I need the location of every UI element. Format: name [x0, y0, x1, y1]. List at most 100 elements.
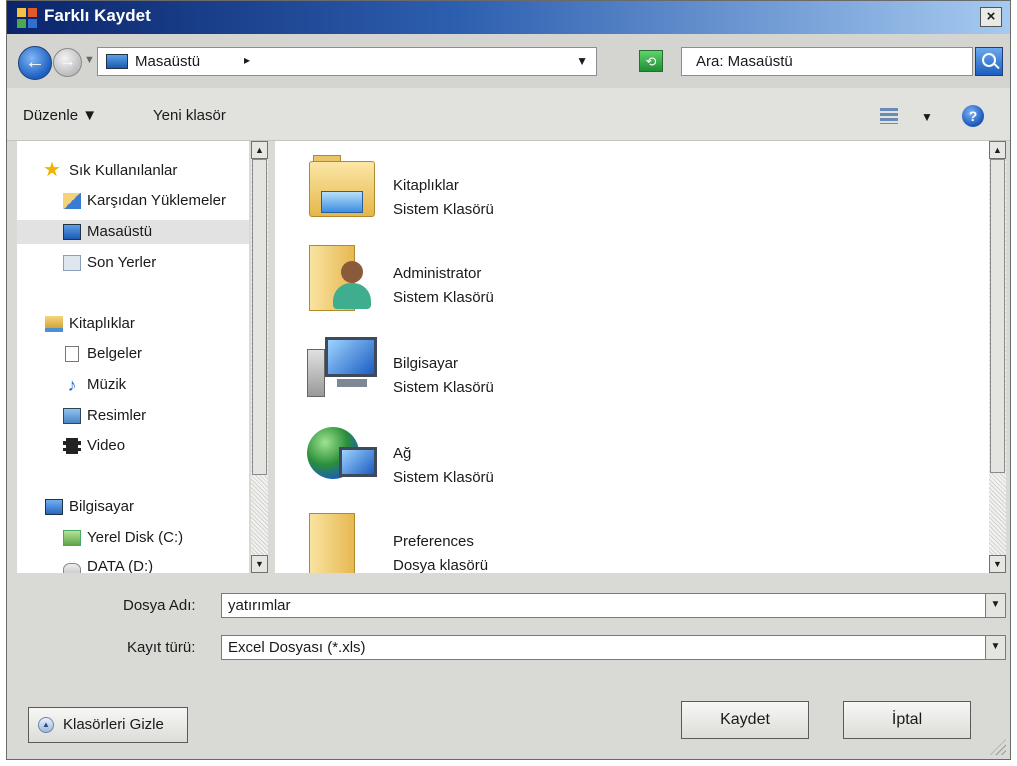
- nav-label: Belgeler: [87, 345, 143, 362]
- nav-item-libraries[interactable]: Kitaplıklar: [17, 312, 249, 336]
- recent-places-icon: [63, 255, 81, 271]
- close-button[interactable]: ×: [980, 7, 1002, 27]
- nav-item-music[interactable]: ♪ Müzik: [17, 373, 249, 397]
- title-bar[interactable]: Farklı Kaydet ×: [7, 1, 1010, 34]
- network-icon: [305, 419, 379, 493]
- save-as-dialog: Farklı Kaydet × ← → ▼ Masaüstü ▸ ▼ ⟲ Ara…: [6, 0, 1011, 760]
- nav-label: Bilgisayar: [69, 498, 135, 515]
- scroll-thumb[interactable]: [990, 159, 1005, 473]
- search-input[interactable]: Ara: Masaüstü: [681, 47, 973, 76]
- resize-grip-icon[interactable]: [990, 739, 1006, 755]
- file-item[interactable]: Ağ Sistem Klasörü: [305, 419, 605, 505]
- recent-pages-dropdown[interactable]: ▼: [84, 54, 95, 66]
- navigation-pane: ★ Sık Kullanılanlar Karşıdan Yüklemeler …: [17, 141, 249, 573]
- nav-label: Video: [87, 437, 126, 454]
- nav-label: Kitaplıklar: [69, 315, 135, 332]
- file-name: Kitaplıklar: [393, 177, 459, 194]
- nav-item-video[interactable]: Video: [17, 434, 249, 458]
- scroll-down-button[interactable]: ▼: [251, 555, 268, 573]
- library-folder-icon: [305, 151, 379, 225]
- music-icon: ♪: [67, 375, 77, 395]
- folder-icon: [305, 507, 379, 573]
- user-folder-icon: [305, 239, 379, 313]
- back-button[interactable]: ←: [18, 46, 52, 80]
- file-item[interactable]: Administrator Sistem Klasörü: [305, 239, 605, 325]
- file-item[interactable]: Bilgisayar Sistem Klasörü: [305, 329, 605, 415]
- computer-icon: [305, 329, 379, 403]
- desktop-icon: [63, 224, 81, 240]
- address-bar[interactable]: Masaüstü ▸ ▼: [97, 47, 597, 76]
- new-folder-button[interactable]: Yeni klasör: [153, 107, 226, 124]
- nav-item-recent[interactable]: Son Yerler: [17, 251, 249, 275]
- scroll-up-button[interactable]: ▲: [989, 141, 1006, 159]
- file-item[interactable]: Kitaplıklar Sistem Klasörü: [305, 151, 605, 237]
- video-icon: [63, 438, 81, 454]
- filename-field[interactable]: yatırımlar ▼: [221, 593, 1006, 618]
- file-name: Bilgisayar: [393, 355, 459, 372]
- nav-item-computer[interactable]: Bilgisayar: [17, 495, 249, 519]
- file-list-scrollbar[interactable]: ▲ ▼: [989, 141, 1006, 573]
- nav-label: Yerel Disk (C:): [87, 529, 184, 546]
- filetype-select[interactable]: Excel Dosyası (*.xls) ▼: [221, 635, 1006, 660]
- chevron-down-icon[interactable]: ▼: [985, 636, 1005, 659]
- nav-label: Son Yerler: [87, 254, 157, 271]
- address-path[interactable]: Masaüstü: [135, 53, 200, 70]
- scroll-up-button[interactable]: ▲: [251, 141, 268, 159]
- cancel-button[interactable]: İptal: [843, 701, 971, 739]
- nav-item-data-disk[interactable]: DATA (D:): [17, 555, 249, 573]
- downloads-icon: [63, 193, 81, 209]
- save-button[interactable]: Kaydet: [681, 701, 809, 739]
- star-icon: ★: [43, 159, 61, 181]
- forward-button[interactable]: →: [53, 48, 82, 77]
- local-disk-icon: [63, 530, 81, 546]
- computer-icon: [45, 499, 63, 515]
- filename-label: Dosya Adı:: [123, 597, 196, 614]
- nav-item-local-disk[interactable]: Yerel Disk (C:): [17, 526, 249, 550]
- file-type: Sistem Klasörü: [393, 469, 494, 486]
- views-dropdown-icon[interactable]: ▼: [921, 110, 933, 124]
- app-icon: [17, 8, 37, 28]
- chevron-down-icon[interactable]: ▼: [985, 594, 1005, 617]
- pictures-icon: [63, 408, 81, 424]
- nav-label: DATA (D:): [87, 558, 154, 573]
- organize-menu[interactable]: Düzenle ▼: [23, 107, 97, 124]
- refresh-button[interactable]: ⟲: [639, 50, 663, 72]
- nav-pane-scrollbar[interactable]: ▲ ▼: [251, 141, 268, 573]
- file-list-pane: Kitaplıklar Sistem Klasörü Administrator…: [275, 141, 989, 573]
- nav-label: Resimler: [87, 407, 147, 424]
- views-icon[interactable]: [880, 108, 898, 124]
- libraries-icon: [45, 316, 63, 332]
- file-type: Sistem Klasörü: [393, 379, 494, 396]
- nav-item-downloads[interactable]: Karşıdan Yüklemeler: [17, 189, 249, 213]
- file-name: Preferences: [393, 533, 474, 550]
- disk-drive-icon: [63, 563, 81, 573]
- filetype-value[interactable]: Excel Dosyası (*.xls): [228, 639, 366, 656]
- help-icon[interactable]: ?: [962, 105, 984, 127]
- nav-label: Müzik: [87, 376, 127, 393]
- file-name: Administrator: [393, 265, 482, 282]
- address-dropdown-icon[interactable]: ▼: [576, 54, 588, 68]
- nav-label: Sık Kullanılanlar: [69, 162, 178, 179]
- hide-folders-label: Klasörleri Gizle: [63, 716, 164, 733]
- file-type: Sistem Klasörü: [393, 201, 494, 218]
- search-icon[interactable]: [975, 47, 1003, 76]
- toolbar: Düzenle ▼ Yeni klasör ▼ ?: [7, 88, 1010, 141]
- file-type: Sistem Klasörü: [393, 289, 494, 306]
- address-row: ← → ▼ Masaüstü ▸ ▼ ⟲ Ara: Masaüstü: [7, 34, 1010, 88]
- scroll-thumb[interactable]: [252, 159, 267, 475]
- file-item[interactable]: Preferences Dosya klasörü: [305, 507, 605, 573]
- nav-item-documents[interactable]: Belgeler: [17, 342, 249, 366]
- file-type: Dosya klasörü: [393, 557, 489, 573]
- nav-item-favorites[interactable]: ★ Sık Kullanılanlar: [17, 159, 249, 183]
- scroll-down-button[interactable]: ▼: [989, 555, 1006, 573]
- nav-label: Masaüstü: [87, 223, 153, 240]
- filename-value[interactable]: yatırımlar: [228, 597, 291, 614]
- chevron-right-icon[interactable]: ▸: [244, 53, 250, 67]
- nav-item-desktop[interactable]: Masaüstü: [17, 220, 249, 244]
- window-title: Farklı Kaydet: [44, 6, 151, 25]
- file-name: Ağ: [393, 445, 412, 462]
- hide-folders-button[interactable]: ▲ Klasörleri Gizle: [28, 707, 188, 743]
- collapse-icon: ▲: [38, 717, 54, 733]
- desktop-icon: [106, 54, 128, 69]
- nav-item-pictures[interactable]: Resimler: [17, 404, 249, 428]
